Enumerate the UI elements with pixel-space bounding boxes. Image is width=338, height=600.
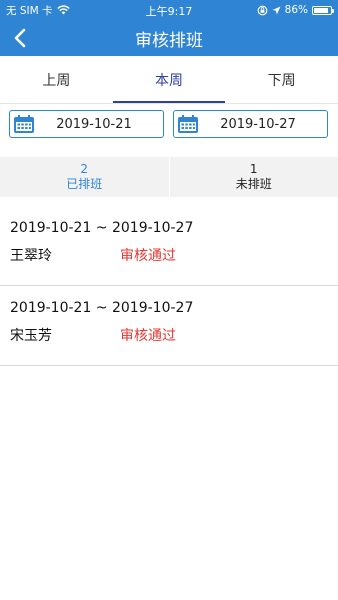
battery-icon	[312, 5, 334, 15]
chevron-left-icon	[14, 28, 26, 48]
end-date-value: 2019-10-27	[220, 116, 296, 132]
page-title: 审核排班	[135, 30, 203, 51]
end-date-picker[interactable]: 2019-10-27	[173, 110, 328, 138]
scheduled-count-number: 2	[80, 162, 89, 176]
list-item[interactable]: 2019-10-21 ~ 2019-10-27 宋玉芳 审核通过	[0, 286, 338, 366]
start-date-value: 2019-10-21	[56, 116, 132, 132]
calendar-icon	[14, 115, 34, 133]
schedule-count-tabs: 2 已排班 1 未排班	[0, 157, 338, 197]
item-date-range: 2019-10-21 ~ 2019-10-27	[10, 220, 194, 236]
tab-last-week[interactable]: 上周	[0, 56, 113, 103]
tab-this-week[interactable]: 本周	[112, 56, 226, 103]
status-time: 上午9:17	[145, 5, 193, 18]
item-date-range: 2019-10-21 ~ 2019-10-27	[10, 300, 194, 316]
schedule-list: 2019-10-21 ~ 2019-10-27 王翠玲 审核通过 2019-10…	[0, 206, 338, 366]
item-review-status: 审核通过	[120, 328, 176, 344]
item-review-status: 审核通过	[120, 248, 176, 264]
tab-next-week[interactable]: 下周	[225, 56, 338, 103]
date-range: 2019-10-21 2019-10-27	[0, 110, 338, 140]
scheduled-count-label: 已排班	[66, 177, 103, 191]
app-header: 无 SIM 卡 上午9:17 86% 审核排班	[0, 0, 338, 56]
unscheduled-count-label: 未排班	[235, 177, 272, 191]
status-bar: 无 SIM 卡 上午9:17 86%	[0, 0, 338, 20]
item-employee-name: 宋玉芳	[10, 328, 52, 344]
item-employee-name: 王翠玲	[10, 248, 52, 264]
list-item[interactable]: 2019-10-21 ~ 2019-10-27 王翠玲 审核通过	[0, 206, 338, 286]
unscheduled-count-tab[interactable]: 1 未排班	[168, 157, 338, 197]
calendar-icon	[178, 115, 198, 133]
unscheduled-count-number: 1	[249, 162, 258, 176]
back-button[interactable]	[6, 24, 34, 52]
nav-bar: 审核排班	[0, 20, 338, 56]
scheduled-count-tab[interactable]: 2 已排班	[0, 157, 169, 197]
start-date-picker[interactable]: 2019-10-21	[9, 110, 164, 138]
week-tabs: 上周 本周 下周	[0, 56, 338, 104]
